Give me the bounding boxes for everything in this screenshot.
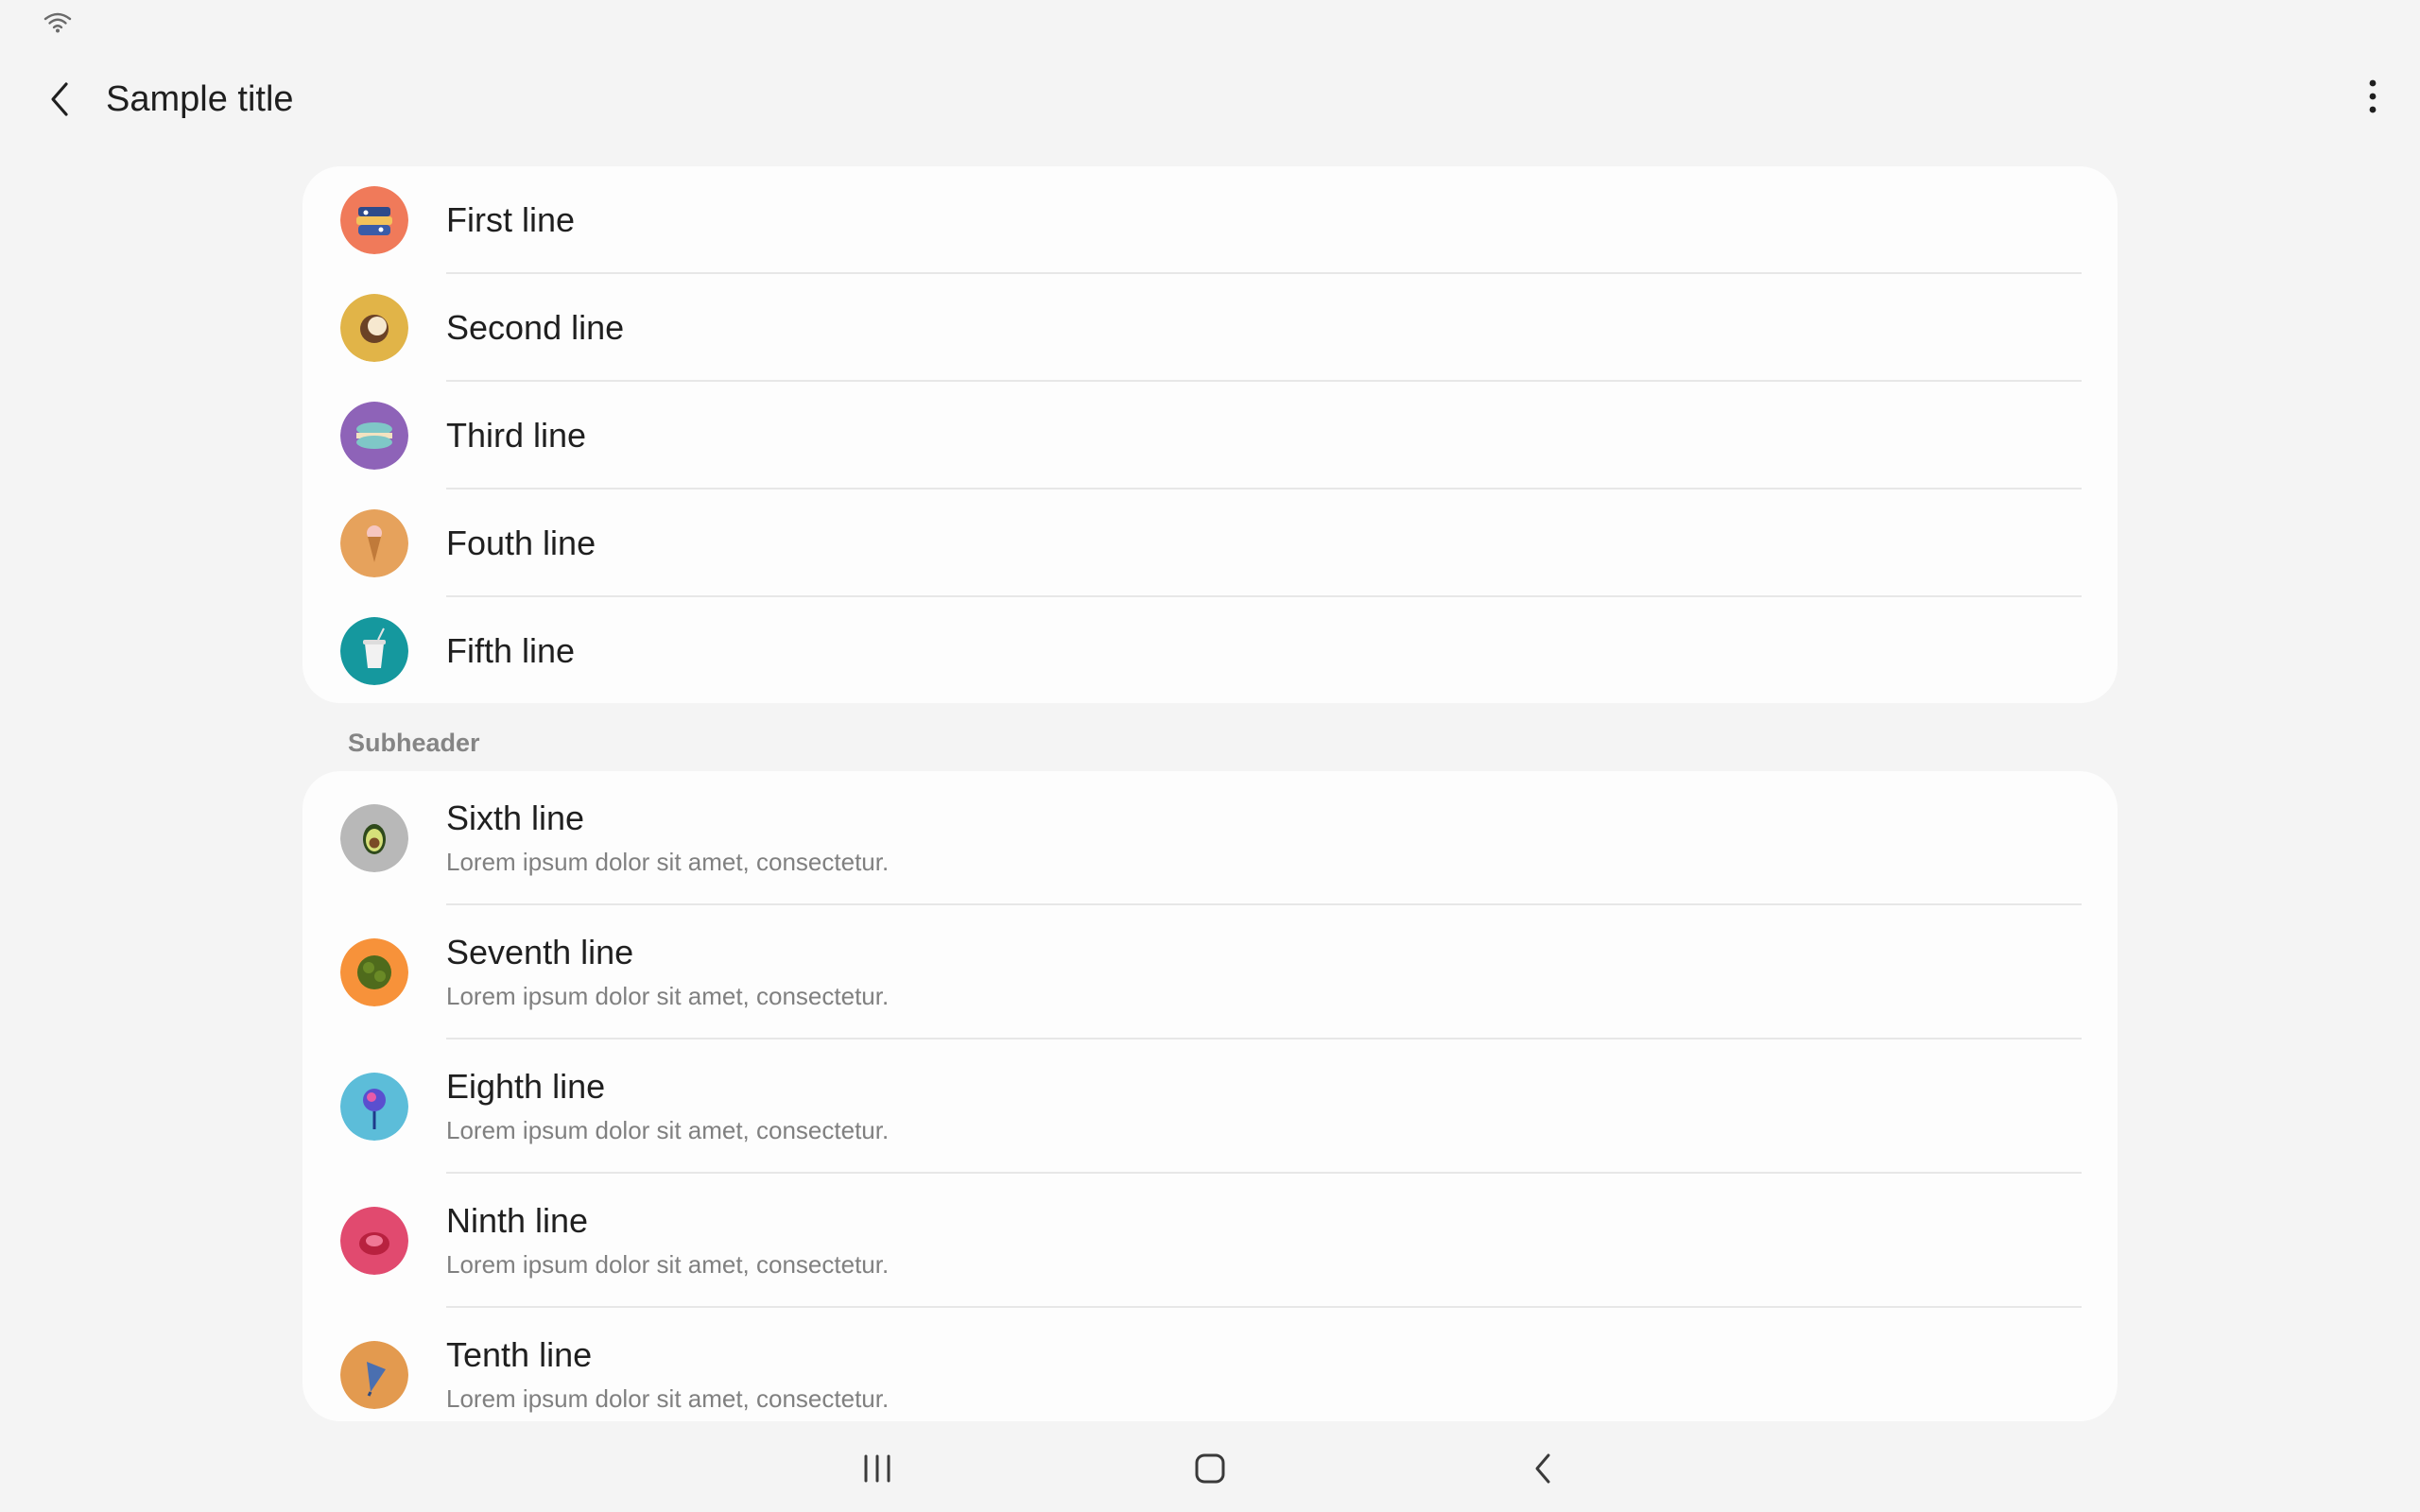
list-item-title: Seventh line xyxy=(446,933,634,971)
wifi-icon xyxy=(43,12,72,33)
back-icon xyxy=(1535,1453,1550,1484)
more-vertical-icon xyxy=(2369,79,2377,113)
list-item-ninth[interactable]: Ninth line Lorem ipsum dolor sit amet, c… xyxy=(302,1174,2118,1308)
list-item-first[interactable]: First line xyxy=(302,166,2118,274)
list-item-tenth[interactable]: Tenth line Lorem ipsum dolor sit amet, c… xyxy=(302,1308,2118,1421)
macaron-icon xyxy=(340,402,408,470)
list-item-subtitle: Lorem ipsum dolor sit amet, consectetur. xyxy=(446,1384,890,1413)
list-item-seventh[interactable]: Seventh line Lorem ipsum dolor sit amet,… xyxy=(302,905,2118,1040)
list-item-fifth[interactable]: Fifth line xyxy=(302,597,2118,703)
navigation-bar xyxy=(0,1421,2420,1512)
home-button[interactable] xyxy=(1172,1438,1248,1499)
list-item-title: Fouth line xyxy=(446,524,596,562)
list-item-subtitle: Lorem ipsum dolor sit amet, consectetur. xyxy=(446,982,890,1010)
broccoli-icon xyxy=(340,938,408,1006)
list-item-title: Sixth line xyxy=(446,799,585,837)
app-bar: Sample title xyxy=(0,45,2420,149)
ice-cream-icon xyxy=(340,509,408,577)
cone-icon xyxy=(340,1341,408,1409)
lollipop-icon xyxy=(340,1073,408,1141)
list-item-subtitle: Lorem ipsum dolor sit amet, consectetur. xyxy=(446,1116,890,1144)
page-title: Sample title xyxy=(106,79,294,119)
subheader: Subheader xyxy=(348,729,480,757)
avocado-icon xyxy=(340,804,408,872)
list-item-title: Tenth line xyxy=(446,1335,593,1374)
list-item-second[interactable]: Second line xyxy=(302,274,2118,382)
system-back-button[interactable] xyxy=(1505,1438,1581,1499)
list-item-third[interactable]: Third line xyxy=(302,382,2118,490)
list-item-title: Second line xyxy=(446,308,625,347)
candy-icon xyxy=(340,1207,408,1275)
recents-icon xyxy=(864,1454,890,1483)
recents-button[interactable] xyxy=(839,1438,915,1499)
list-item-title: Third line xyxy=(446,416,587,455)
list-card-primary: First line Second line Third line Fouth … xyxy=(302,166,2118,703)
cup-icon xyxy=(340,617,408,685)
list-card-secondary: Sixth line Lorem ipsum dolor sit amet, c… xyxy=(302,771,2118,1421)
list-item-sixth[interactable]: Sixth line Lorem ipsum dolor sit amet, c… xyxy=(302,771,2118,905)
list-item-fourth[interactable]: Fouth line xyxy=(302,490,2118,597)
coconut-icon xyxy=(340,294,408,362)
status-bar xyxy=(0,0,2420,45)
more-options-button[interactable] xyxy=(2344,68,2401,125)
list-item-subtitle: Lorem ipsum dolor sit amet, consectetur. xyxy=(446,1250,890,1279)
list-item-subtitle: Lorem ipsum dolor sit amet, consectetur. xyxy=(446,848,890,876)
list-item-title: First line xyxy=(446,200,576,239)
list-item-title: Fifth line xyxy=(446,631,576,670)
back-button[interactable] xyxy=(34,74,85,125)
list-item-title: Ninth line xyxy=(446,1201,589,1240)
chevron-left-icon xyxy=(51,82,68,116)
home-icon xyxy=(1195,1453,1225,1484)
list-item-eighth[interactable]: Eighth line Lorem ipsum dolor sit amet, … xyxy=(302,1040,2118,1174)
list-item-title: Eighth line xyxy=(446,1067,606,1106)
sandwich-icon xyxy=(340,186,408,254)
